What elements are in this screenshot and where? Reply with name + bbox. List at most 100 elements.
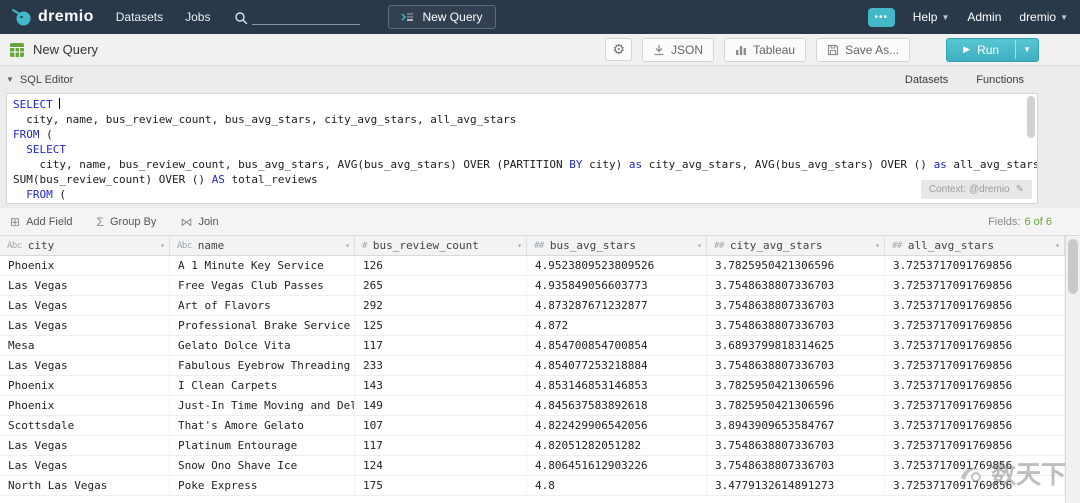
new-query-button[interactable]: New Query (388, 5, 495, 29)
table-row[interactable]: Las VegasFree Vegas Club Passes2654.9358… (0, 276, 1065, 296)
page-title: New Query (33, 42, 98, 57)
table-cell: 4.8 (527, 476, 707, 495)
table-row[interactable]: ScottsdaleThat's Amore Gelato1074.822429… (0, 416, 1065, 436)
collapse-arrow-icon[interactable]: ▼ (6, 75, 14, 84)
table-cell: Just-In Time Moving and Delivery (170, 396, 355, 415)
column-type-icon: ## (714, 241, 724, 251)
nav-jobs[interactable]: Jobs (185, 10, 210, 24)
sql-editor-title: SQL Editor (20, 74, 73, 86)
table-row[interactable]: Las VegasArt of Flavors2924.873287671232… (0, 296, 1065, 316)
table-cell: 3.7253717091769856 (885, 376, 1065, 395)
join-button[interactable]: ⋈ Join (180, 215, 218, 229)
table-cell: Las Vegas (0, 316, 170, 335)
column-type-icon: Abc (7, 241, 22, 251)
table-cell: Platinum Entourage (170, 436, 355, 455)
top-navigation-bar: dremio Datasets Jobs New Query ••• Help … (0, 0, 1080, 34)
run-dropdown-caret[interactable]: ▼ (1015, 40, 1038, 59)
new-query-icon (401, 11, 415, 23)
table-cell: A 1 Minute Key Service (170, 256, 355, 275)
new-query-label: New Query (422, 10, 482, 24)
table-cell: 3.7253717091769856 (885, 396, 1065, 415)
search-underline (252, 10, 360, 25)
table-row[interactable]: North Las VegasPoke Express1754.83.47791… (0, 476, 1065, 496)
column-name: city (28, 239, 55, 252)
chevron-down-icon: ▼ (1060, 13, 1068, 22)
dremio-logo[interactable]: dremio (12, 7, 94, 27)
run-button[interactable]: ▶ Run ▼ (946, 38, 1039, 62)
table-cell: 4.854700854700854 (527, 336, 707, 355)
table-cell: 3.6893799818314625 (707, 336, 885, 355)
table-cell: I Clean Carpets (170, 376, 355, 395)
table-cell: 107 (355, 416, 527, 435)
save-as-button[interactable]: Save As... (816, 38, 910, 62)
column-header-bus_avg_stars[interactable]: ##bus_avg_stars▾ (527, 236, 707, 255)
nav-datasets[interactable]: Datasets (116, 10, 163, 24)
toolbar-right-group: ⚙ JSON Tableau Save As... (605, 38, 1071, 62)
table-cell: 3.7253717091769856 (885, 416, 1065, 435)
user-menu[interactable]: dremio ▼ (1019, 10, 1068, 24)
column-header-name[interactable]: Abcname▾ (170, 236, 355, 255)
search-icon (234, 11, 248, 25)
sql-code-editor[interactable]: SELECT city, name, bus_review_count, bus… (6, 93, 1038, 204)
column-header-city[interactable]: Abccity ▾ (0, 236, 170, 255)
table-cell: Fabulous Eyebrow Threading (170, 356, 355, 375)
settings-button[interactable]: ⚙ (605, 38, 632, 61)
table-row[interactable]: Las VegasPlatinum Entourage1174.82051282… (0, 436, 1065, 456)
column-name: all_avg_stars (908, 239, 994, 252)
search-input[interactable] (234, 10, 360, 25)
table-cell: 233 (355, 356, 527, 375)
editor-scrollbar-thumb[interactable] (1027, 96, 1035, 138)
vertical-scrollbar-thumb[interactable] (1068, 239, 1078, 294)
table-cell: That's Amore Gelato (170, 416, 355, 435)
column-type-icon: ## (534, 241, 544, 251)
table-row[interactable]: Las VegasFabulous Eyebrow Threading2334.… (0, 356, 1065, 376)
tableau-label: Tableau (753, 43, 795, 57)
add-field-button[interactable]: ⊞ Add Field (10, 215, 73, 229)
add-field-icon: ⊞ (10, 215, 20, 229)
table-cell: 3.7548638807336703 (707, 436, 885, 455)
table-cell: 4.872 (527, 316, 707, 335)
admin-link[interactable]: Admin (967, 10, 1001, 24)
join-icon: ⋈ (180, 215, 192, 229)
code-line: SUM(bus_review_count) OVER () AS total_r… (13, 172, 1031, 187)
tableau-button[interactable]: Tableau (724, 38, 806, 62)
table-cell: Las Vegas (0, 276, 170, 295)
help-menu[interactable]: Help ▼ (913, 10, 950, 24)
table-cell: Las Vegas (0, 356, 170, 375)
dataset-table-icon (9, 42, 25, 58)
column-menu-icon[interactable]: ▾ (160, 241, 165, 250)
group-by-button[interactable]: Σ Group By (97, 215, 157, 229)
vertical-scrollbar[interactable] (1065, 236, 1080, 503)
chat-icon[interactable]: ••• (868, 8, 895, 27)
json-button[interactable]: JSON (642, 38, 714, 62)
table-cell: 3.7253717091769856 (885, 336, 1065, 355)
table-row[interactable]: PhoenixJust-In Time Moving and Delivery1… (0, 396, 1065, 416)
column-menu-icon[interactable]: ▾ (1055, 241, 1060, 250)
table-cell: 149 (355, 396, 527, 415)
column-menu-icon[interactable]: ▾ (517, 241, 522, 250)
table-row[interactable]: Las VegasProfessional Brake Service1254.… (0, 316, 1065, 336)
table-cell: Phoenix (0, 396, 170, 415)
column-menu-icon[interactable]: ▾ (345, 241, 350, 250)
table-row[interactable]: MesaGelato Dolce Vita1174.85470085470085… (0, 336, 1065, 356)
table-cell: Art of Flavors (170, 296, 355, 315)
datasets-panel-link[interactable]: Datasets (905, 74, 948, 86)
column-menu-icon[interactable]: ▾ (697, 241, 702, 250)
column-header-city_avg_stars[interactable]: ##city_avg_stars▾ (707, 236, 885, 255)
field-actions-bar: ⊞ Add Field Σ Group By ⋈ Join Fields:6 o… (0, 208, 1080, 236)
table-cell: 3.7253717091769856 (885, 436, 1065, 455)
context-badge[interactable]: Context: @dremio ✎ (921, 180, 1032, 199)
functions-panel-link[interactable]: Functions (976, 74, 1024, 86)
table-cell: 175 (355, 476, 527, 495)
table-cell: 4.806451612903226 (527, 456, 707, 475)
edit-pencil-icon[interactable]: ✎ (1016, 182, 1024, 197)
table-cell: 4.822429906542056 (527, 416, 707, 435)
column-menu-icon[interactable]: ▾ (875, 241, 880, 250)
table-row[interactable]: PhoenixI Clean Carpets1434.8531468531468… (0, 376, 1065, 396)
column-header-all_avg_stars[interactable]: ##all_avg_stars▾ (885, 236, 1065, 255)
column-type-icon: Abc (177, 241, 192, 251)
table-row[interactable]: Las VegasSnow Ono Shave Ice1244.80645161… (0, 456, 1065, 476)
column-header-bus_review_count[interactable]: #bus_review_count▾ (355, 236, 527, 255)
group-by-label: Group By (110, 216, 156, 228)
table-row[interactable]: PhoenixA 1 Minute Key Service1264.952380… (0, 256, 1065, 276)
